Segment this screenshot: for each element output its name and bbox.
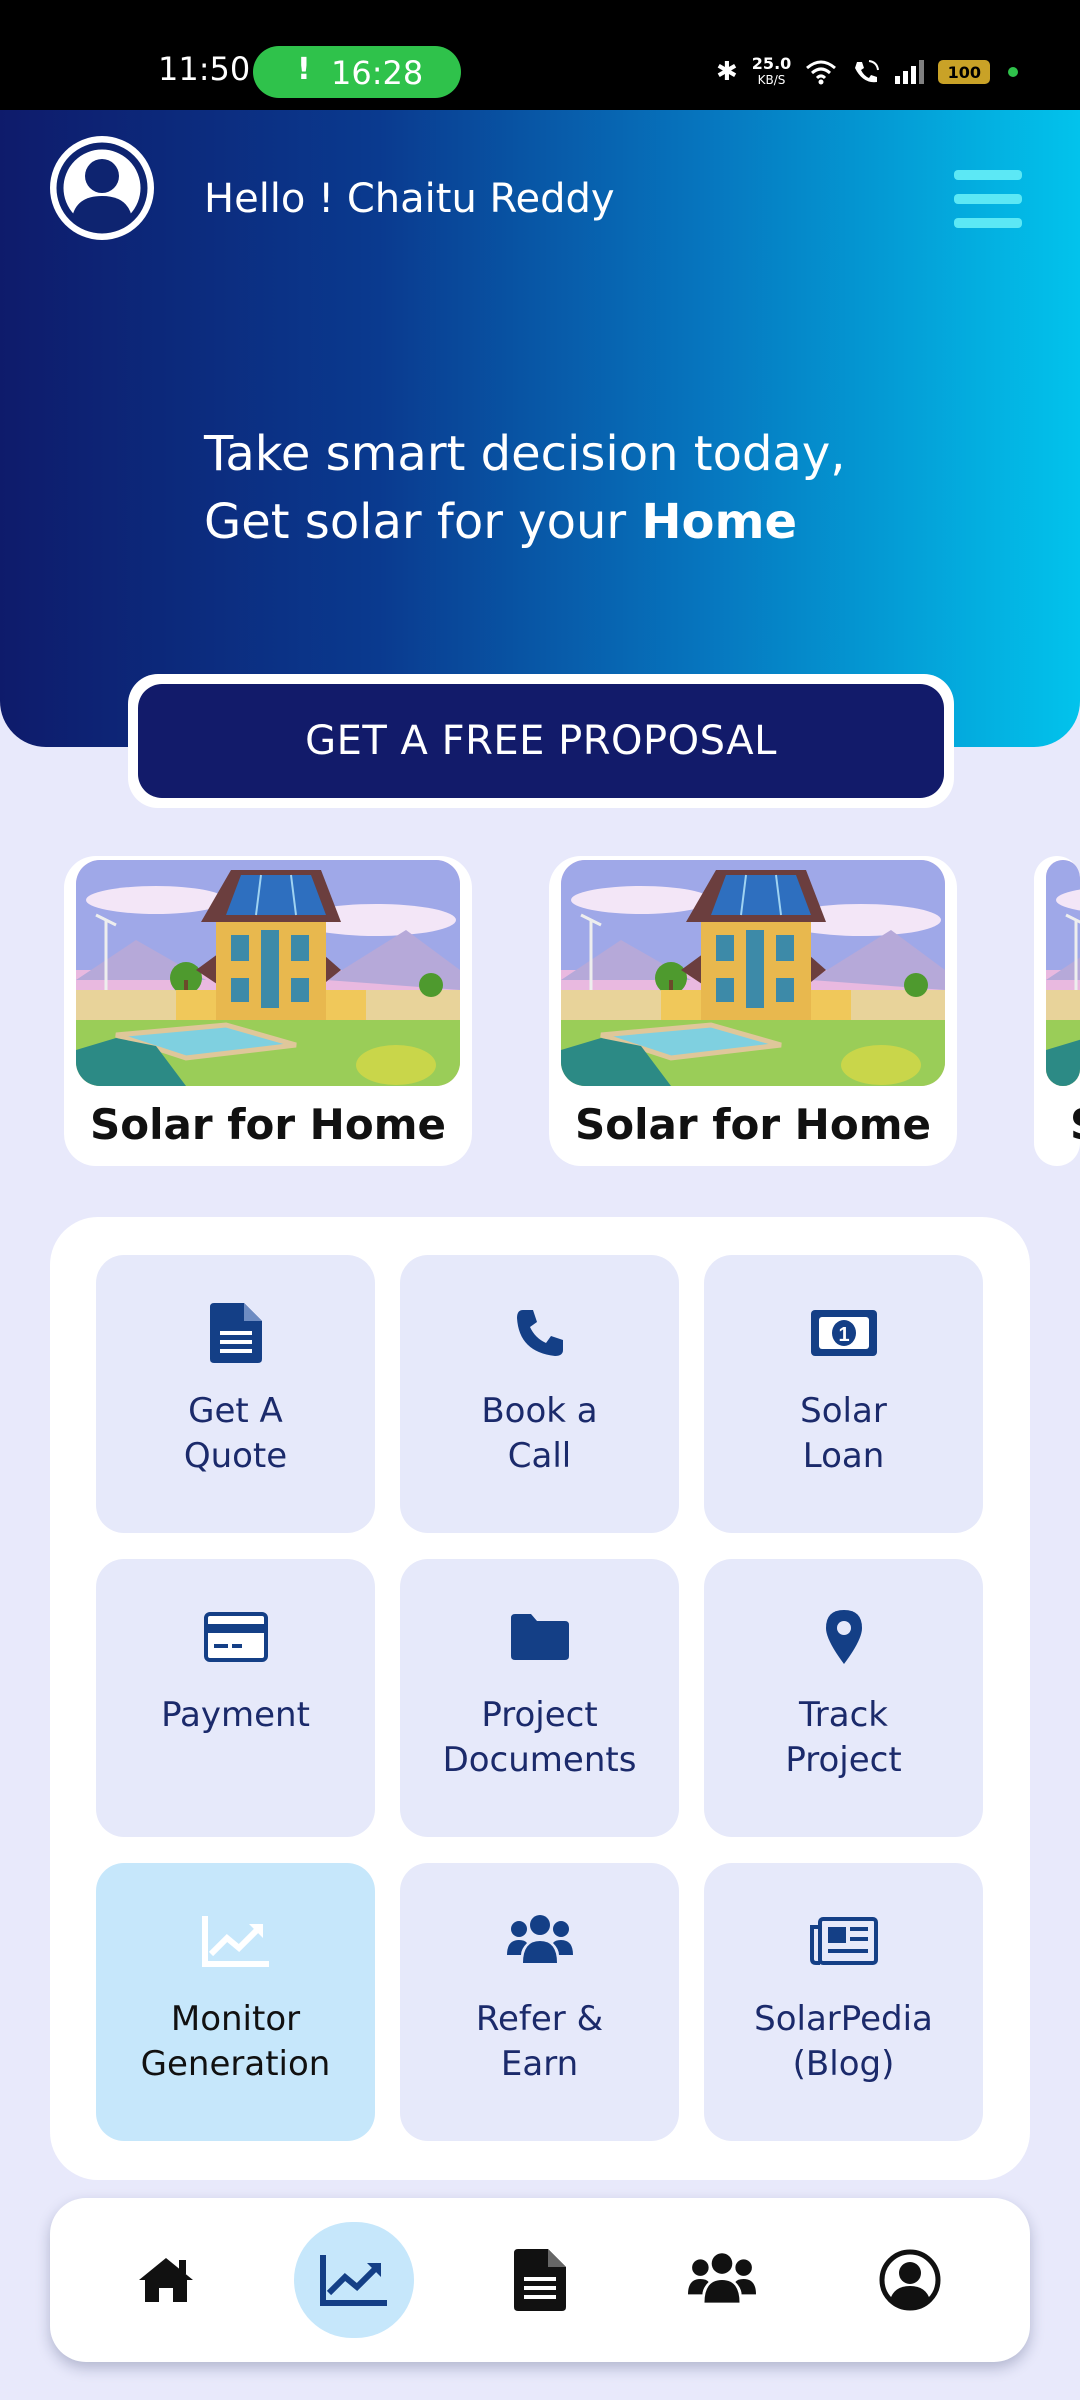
monitor-generation-tile[interactable]: Monitor Generation (96, 1863, 375, 2141)
folder-icon (400, 1605, 679, 1669)
hamburger-menu-icon[interactable] (954, 170, 1022, 228)
document-icon (96, 1301, 375, 1365)
status-bar: 11:50 ! 16:28 ✱ 25.0 KB/S 100 (0, 0, 1080, 110)
bluetooth-icon: ✱ (716, 57, 738, 87)
exclamation-icon: ! (297, 52, 311, 87)
wifi-icon (806, 60, 837, 85)
tile-label: Monitor Generation (140, 1999, 331, 2084)
nav-refer[interactable] (662, 2222, 782, 2338)
nav-documents[interactable] (480, 2222, 600, 2338)
nav-profile[interactable] (850, 2222, 970, 2338)
chart-line-icon (320, 2255, 387, 2306)
tile-label: Get A Quote (183, 1391, 288, 1476)
document-icon (514, 2249, 566, 2311)
profile-icon (879, 2249, 941, 2311)
newspaper-icon (704, 1909, 983, 1973)
hero-tagline: Take smart decision today, Get solar for… (204, 420, 846, 556)
get-free-proposal-button[interactable]: GET A FREE PROPOSAL (138, 684, 944, 798)
svg-text:1: 1 (838, 1324, 849, 1346)
ongoing-call-pill[interactable]: ! 16:28 (253, 46, 461, 98)
wifi-calling-icon (855, 60, 880, 83)
tile-label: Track Project (785, 1695, 902, 1780)
credit-card-icon (96, 1605, 375, 1669)
get-quote-tile[interactable]: Get A Quote (96, 1255, 375, 1533)
profile-icon (56, 142, 148, 234)
solar-home-card[interactable]: Solar for Home (549, 856, 957, 1166)
book-call-tile[interactable]: Book a Call (400, 1255, 679, 1533)
payment-tile[interactable]: Payment (96, 1559, 375, 1837)
location-pin-icon (704, 1605, 983, 1669)
user-avatar[interactable] (50, 136, 154, 240)
money-icon: 1 (704, 1301, 983, 1365)
tile-label: Project Documents (442, 1695, 637, 1780)
solar-home-card[interactable]: S (1034, 856, 1080, 1166)
nav-home[interactable] (106, 2222, 226, 2338)
phone-icon (400, 1301, 679, 1365)
card-title: Solar for Home (575, 1100, 931, 1149)
home-icon (139, 2258, 193, 2302)
battery-icon: 100 (938, 60, 991, 84)
tile-label: Solar Loan (800, 1391, 887, 1476)
solar-house-illustration (76, 860, 460, 1086)
tile-label: Refer & Earn (475, 1999, 604, 2084)
solar-house-illustration (1046, 860, 1080, 1086)
project-documents-tile[interactable]: Project Documents (400, 1559, 679, 1837)
card-title: S (1034, 1100, 1080, 1149)
bottom-navigation (50, 2198, 1030, 2362)
tile-label: Payment (161, 1695, 310, 1735)
chart-line-icon (96, 1909, 375, 1973)
card-title: Solar for Home (90, 1100, 446, 1149)
refer-earn-tile[interactable]: Refer & Earn (400, 1863, 679, 2141)
tagline-line-2: Get solar for your Home (204, 494, 798, 550)
tile-label: SolarPedia (Blog) (754, 1999, 933, 2084)
cta-container: GET A FREE PROPOSAL (128, 674, 954, 808)
signal-icon (895, 60, 925, 84)
network-speed: 25.0 KB/S (751, 54, 792, 88)
users-icon (688, 2253, 756, 2303)
solar-loan-tile[interactable]: 1 Solar Loan (704, 1255, 983, 1533)
privacy-dot (1008, 67, 1019, 77)
solarpedia-blog-tile[interactable]: SolarPedia (Blog) (704, 1863, 983, 2141)
tile-label: Book a Call (481, 1391, 598, 1476)
tagline-line-1: Take smart decision today, (204, 426, 846, 482)
status-time: 11:50 (158, 50, 251, 88)
solar-home-card[interactable]: Solar for Home (64, 856, 472, 1166)
nav-monitor[interactable] (294, 2222, 414, 2338)
solar-house-illustration (561, 860, 945, 1086)
greeting-text: Hello ! Chaitu Reddy (204, 176, 615, 222)
status-icons: ✱ 25.0 KB/S 100 (716, 52, 1019, 92)
call-timer: 16:28 (331, 54, 424, 92)
track-project-tile[interactable]: Track Project (704, 1559, 983, 1837)
services-panel: Get A Quote Book a Call 1 Solar Loan Paymen… (50, 1217, 1030, 2180)
users-icon (400, 1909, 679, 1973)
